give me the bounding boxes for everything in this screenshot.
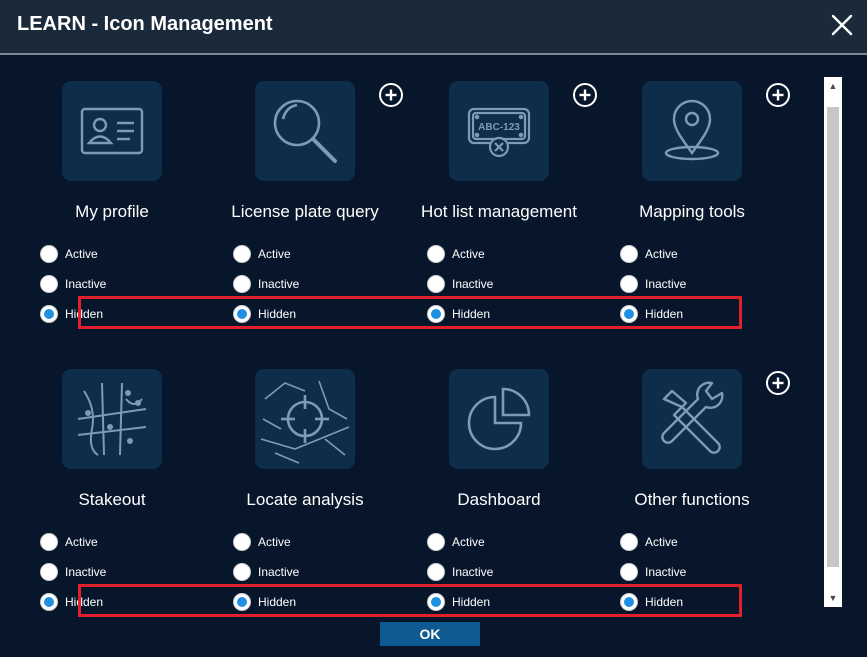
tile-icon-box bbox=[642, 369, 742, 469]
map-pin-icon bbox=[664, 99, 720, 161]
tile-hot-list-management: ABC-123 Hot list management Active Inact… bbox=[400, 57, 597, 323]
ok-button[interactable]: OK bbox=[380, 622, 480, 646]
add-icon[interactable] bbox=[765, 370, 791, 396]
title-bar: LEARN - Icon Management bbox=[0, 0, 867, 55]
pie-chart-icon bbox=[467, 387, 531, 451]
tile-icon-box bbox=[62, 81, 162, 181]
tile-icon-box bbox=[255, 369, 355, 469]
tile-label: Locate analysis bbox=[246, 490, 364, 509]
tile-label: Other functions bbox=[634, 490, 750, 509]
tools-icon bbox=[661, 381, 724, 454]
icon-grid: My profile Active Inactive Hidden Licens… bbox=[0, 57, 820, 612]
highlight-box-row-1 bbox=[78, 296, 742, 329]
tile-icon-box bbox=[62, 369, 162, 469]
vertical-scrollbar[interactable]: ▲ ▼ bbox=[824, 77, 842, 607]
window-title: LEARN - Icon Management bbox=[17, 13, 273, 35]
tile-icon-box bbox=[642, 81, 742, 181]
plate-text: ABC-123 bbox=[478, 122, 520, 133]
tile-mapping-tools: Mapping tools Active Inactive Hidden bbox=[593, 57, 790, 323]
tile-label: My profile bbox=[75, 202, 149, 221]
scroll-thumb[interactable] bbox=[827, 107, 839, 567]
tile-other-functions: Other functions Active Inactive Hidden bbox=[593, 345, 790, 611]
scroll-up-icon[interactable]: ▲ bbox=[824, 77, 842, 95]
magnifier-icon bbox=[273, 99, 337, 163]
tile-icon-box bbox=[449, 369, 549, 469]
id-card-icon bbox=[80, 107, 144, 155]
tile-license-plate-query: License plate query Active Inactive Hidd… bbox=[206, 57, 403, 323]
tile-label: License plate query bbox=[231, 202, 379, 221]
tile-locate-analysis: Locate analysis Active Inactive Hidden bbox=[206, 345, 399, 611]
street-map-icon bbox=[77, 382, 147, 456]
tile-label: Stakeout bbox=[78, 490, 146, 509]
tile-stakeout: Stakeout Active Inactive Hidden bbox=[13, 345, 206, 611]
highlight-box-row-2 bbox=[78, 584, 742, 617]
add-icon[interactable] bbox=[765, 82, 791, 108]
tile-dashboard: Dashboard Active Inactive Hidden bbox=[400, 345, 593, 611]
crosshair-map-icon bbox=[260, 380, 350, 464]
tile-label: Hot list management bbox=[421, 202, 577, 221]
close-icon[interactable] bbox=[826, 9, 858, 41]
tile-label: Mapping tools bbox=[639, 202, 745, 221]
tile-my-profile: My profile Active Inactive Hidden bbox=[13, 57, 206, 323]
tile-icon-box: ABC-123 bbox=[449, 81, 549, 181]
scroll-down-icon[interactable]: ▼ bbox=[824, 589, 842, 607]
tile-icon-box bbox=[255, 81, 355, 181]
tile-label: Dashboard bbox=[457, 490, 541, 509]
license-plate-icon: ABC-123 bbox=[467, 107, 531, 158]
